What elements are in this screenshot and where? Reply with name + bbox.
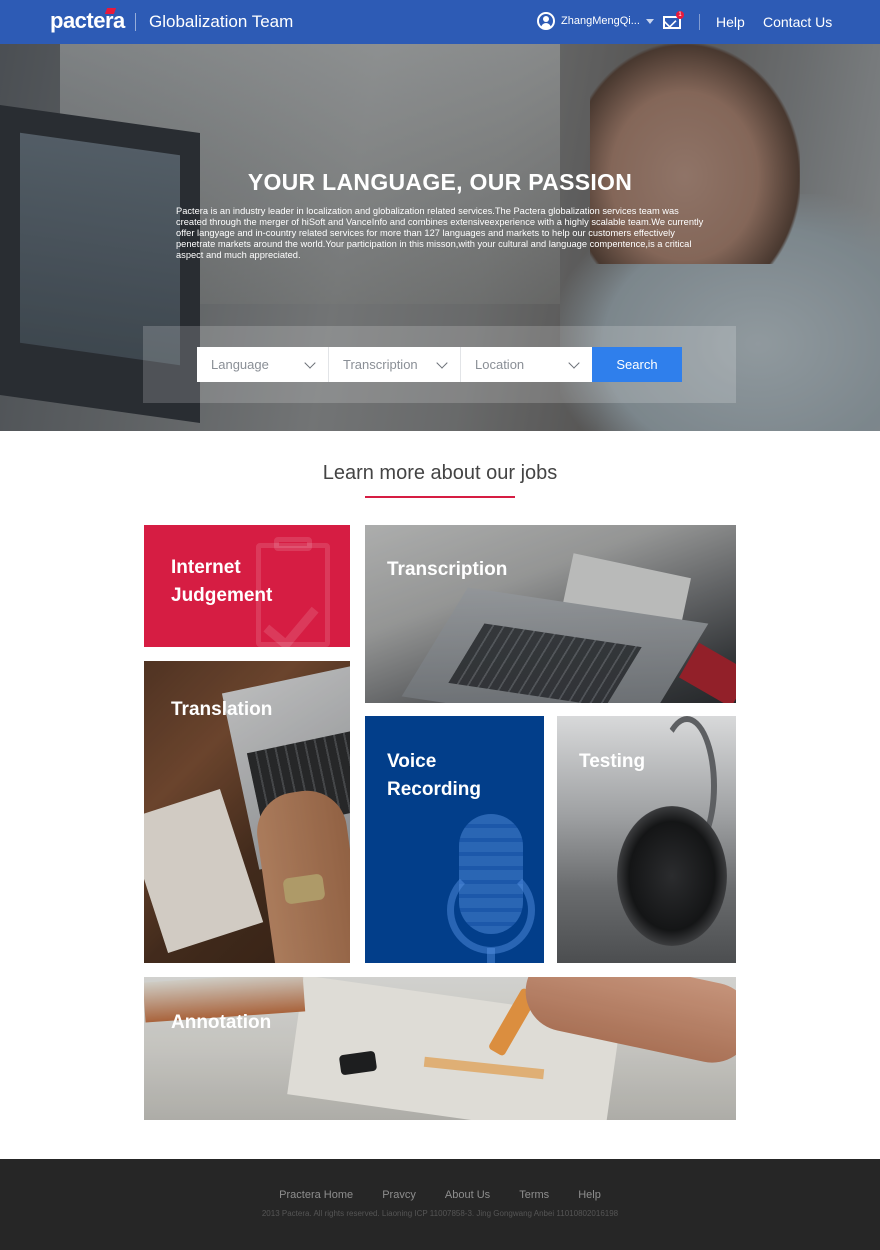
- nav-help-link[interactable]: Help: [716, 14, 745, 30]
- footer-link-privacy[interactable]: Pravcy: [382, 1189, 416, 1201]
- job-type-select-value: Transcription: [343, 357, 418, 372]
- tile-photo-headphone-cup: [617, 806, 727, 946]
- nav-contact-link[interactable]: Contact Us: [763, 14, 832, 30]
- chevron-down-icon: [645, 18, 654, 24]
- tile-label-line1: Voice: [387, 751, 437, 772]
- tile-label: Transcription: [387, 559, 508, 580]
- tile-transcription[interactable]: Transcription: [365, 525, 736, 703]
- team-title: Globalization Team: [149, 12, 294, 31]
- tile-shade: [144, 977, 736, 1120]
- tile-label: Voice Recording: [387, 748, 481, 804]
- hero-description: Pactera is an industry leader in localiz…: [176, 206, 704, 260]
- top-navbar: pactera Globalization Team ZhangMengQi..…: [0, 0, 880, 44]
- footer-link-help[interactable]: Help: [578, 1189, 601, 1201]
- language-select-value: Language: [211, 357, 269, 372]
- user-avatar-icon: [537, 12, 555, 30]
- language-select[interactable]: Language: [197, 347, 328, 382]
- tile-annotation[interactable]: Annotation: [144, 977, 736, 1120]
- footer-link-home[interactable]: Practera Home: [279, 1189, 353, 1201]
- tile-internet-judgement[interactable]: Internet Judgement: [144, 525, 350, 647]
- header-divider-2: [699, 14, 700, 30]
- search-button[interactable]: Search: [592, 347, 682, 382]
- tile-testing[interactable]: Testing: [557, 716, 736, 963]
- user-menu[interactable]: ZhangMengQi...: [537, 12, 654, 30]
- hero-banner: YOUR LANGUAGE, OUR PASSION Pactera is an…: [0, 44, 880, 431]
- footer-links: Practera Home Pravcy About Us Terms Help: [0, 1189, 880, 1201]
- mail-badge: 1: [676, 11, 684, 19]
- pactera-logo[interactable]: pactera: [50, 8, 125, 34]
- chevron-down-icon: [436, 357, 448, 369]
- tile-label: Testing: [579, 751, 646, 772]
- tile-shade: [365, 525, 736, 703]
- job-search-bar: Language Transcription Location Search: [143, 326, 736, 403]
- location-select[interactable]: Location: [461, 347, 592, 382]
- microphone-stem-icon: [487, 948, 495, 963]
- footer-link-terms[interactable]: Terms: [519, 1189, 549, 1201]
- username: ZhangMengQi...: [561, 15, 640, 27]
- location-select-value: Location: [475, 357, 525, 372]
- footer-copyright: 2013 Pactera. All rights reserved. Liaon…: [261, 1209, 619, 1218]
- tile-label-line2: Judgement: [171, 585, 273, 606]
- header-divider: [135, 13, 136, 31]
- tile-label-line1: Internet: [171, 557, 241, 578]
- hero-title: YOUR LANGUAGE, OUR PASSION: [247, 169, 633, 195]
- jobs-section-title: Learn more about our jobs: [322, 462, 558, 484]
- tile-translation[interactable]: Translation: [144, 661, 350, 963]
- tile-voice-recording[interactable]: Voice Recording: [365, 716, 544, 963]
- microphone-stand-icon: [447, 866, 535, 954]
- tile-label: Internet Judgement: [171, 554, 272, 610]
- tile-label: Annotation: [171, 1012, 272, 1033]
- section-underline: [365, 496, 515, 498]
- footer: Practera Home Pravcy About Us Terms Help…: [0, 1159, 880, 1250]
- clipboard-clip-icon: [274, 537, 312, 551]
- job-type-select[interactable]: Transcription: [329, 347, 460, 382]
- tile-label: Translation: [171, 699, 273, 720]
- tile-label-line2: Recording: [387, 779, 481, 800]
- footer-link-about[interactable]: About Us: [445, 1189, 490, 1201]
- chevron-down-icon: [304, 357, 316, 369]
- chevron-down-icon: [568, 357, 580, 369]
